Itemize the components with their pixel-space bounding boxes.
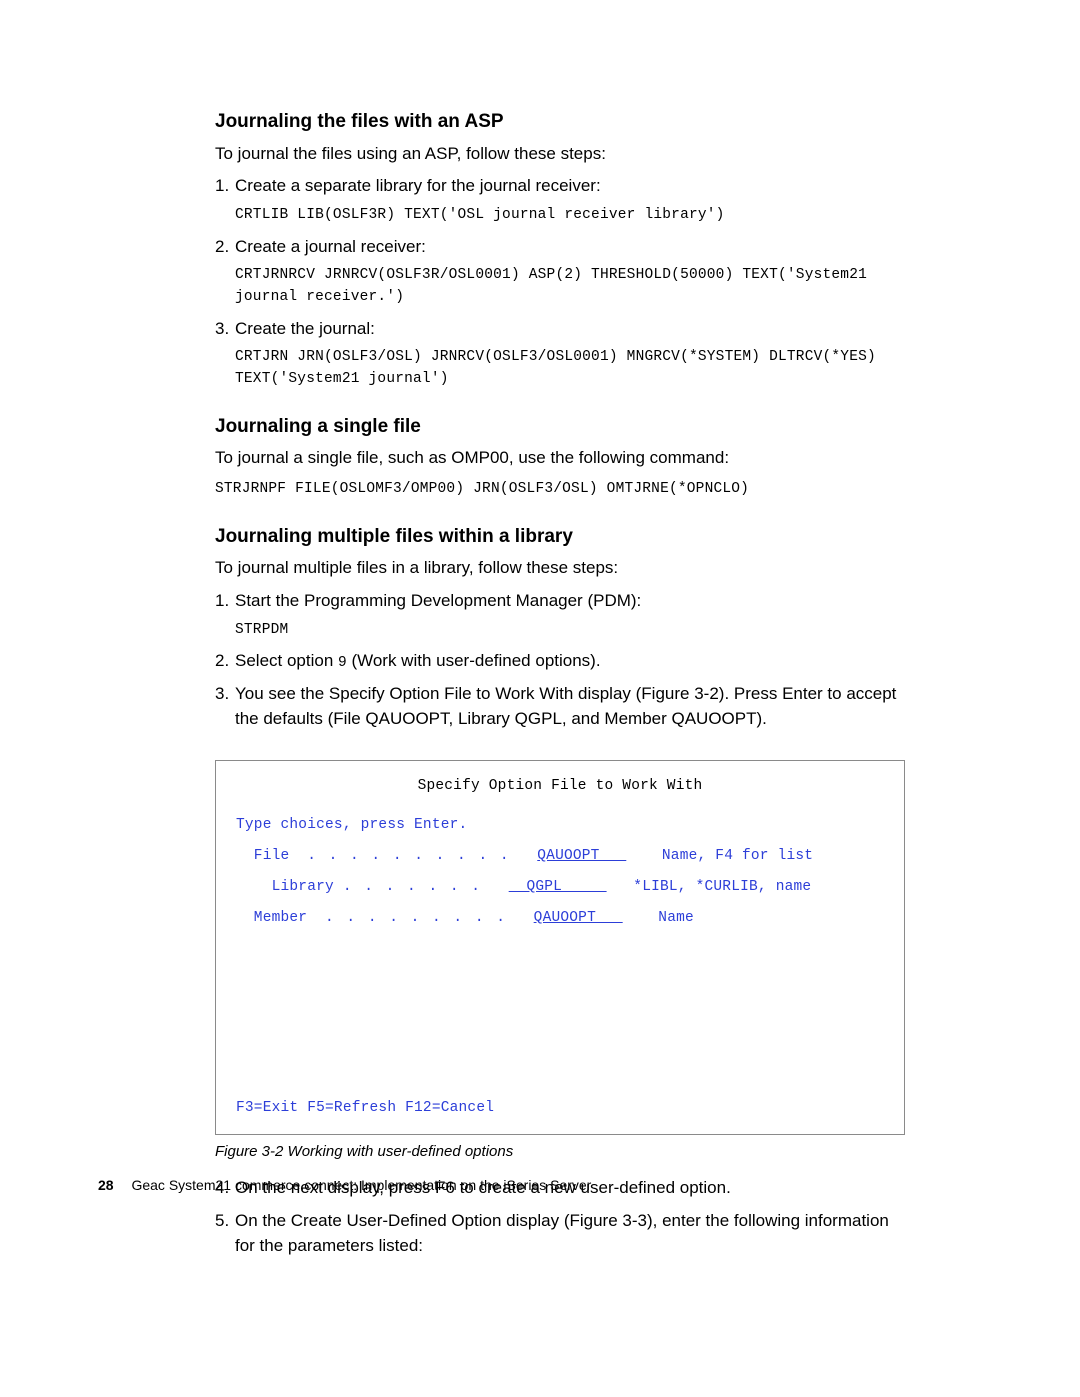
terminal-row-library: Library . . . . . . . QGPL *LIBL, *CURLI… — [236, 877, 884, 898]
terminal-fkeys: F3=Exit F5=Refresh F12=Cancel — [236, 1098, 494, 1119]
steps-asp: Create a separate library for the journa… — [215, 174, 905, 391]
terminal-screen: Specify Option File to Work With Type ch… — [215, 760, 905, 1135]
heading-single: Journaling a single file — [215, 413, 905, 441]
steps-multi-a: Start the Programming Development Manage… — [215, 589, 905, 732]
intro-asp: To journal the files using an ASP, follo… — [215, 142, 905, 167]
terminal-row-file: File . . . . . . . . . . QAUOOPT Name, F… — [236, 846, 884, 867]
step-asp-1: Create a separate library for the journa… — [235, 174, 905, 226]
page-footer: 28 Geac System21 commerce.connect: Imple… — [98, 1175, 591, 1195]
step-multi-5: 5. On the Create User-Defined Option dis… — [235, 1209, 905, 1258]
footer-title: Geac System21 commerce.connect: Implemen… — [131, 1177, 591, 1193]
step-multi-3: You see the Specify Option File to Work … — [235, 682, 905, 731]
step-asp-2: Create a journal receiver: CRTJRNRCV JRN… — [235, 235, 905, 309]
terminal-title: Specify Option File to Work With — [236, 776, 884, 797]
page-body: Journaling the files with an ASP To jour… — [215, 108, 905, 1266]
step-multi-2: Select option 9 (Work with user-defined … — [235, 649, 905, 674]
step-multi-1: Start the Programming Development Manage… — [235, 589, 905, 641]
terminal-prompt: Type choices, press Enter. — [236, 815, 884, 836]
terminal-row-member: Member . . . . . . . . . QAUOOPT Name — [236, 908, 884, 929]
code-single: STRJRNPF FILE(OSLOMF3/OMP00) JRN(OSLF3/O… — [215, 479, 905, 501]
page-number: 28 — [98, 1177, 114, 1193]
intro-multi: To journal multiple files in a library, … — [215, 556, 905, 581]
figure-caption: Figure 3-2 Working with user-defined opt… — [215, 1141, 905, 1163]
heading-asp: Journaling the files with an ASP — [215, 108, 905, 136]
heading-multi: Journaling multiple files within a libra… — [215, 523, 905, 551]
step-asp-3: Create the journal: CRTJRN JRN(OSLF3/OSL… — [235, 317, 905, 391]
intro-single: To journal a single file, such as OMP00,… — [215, 446, 905, 471]
